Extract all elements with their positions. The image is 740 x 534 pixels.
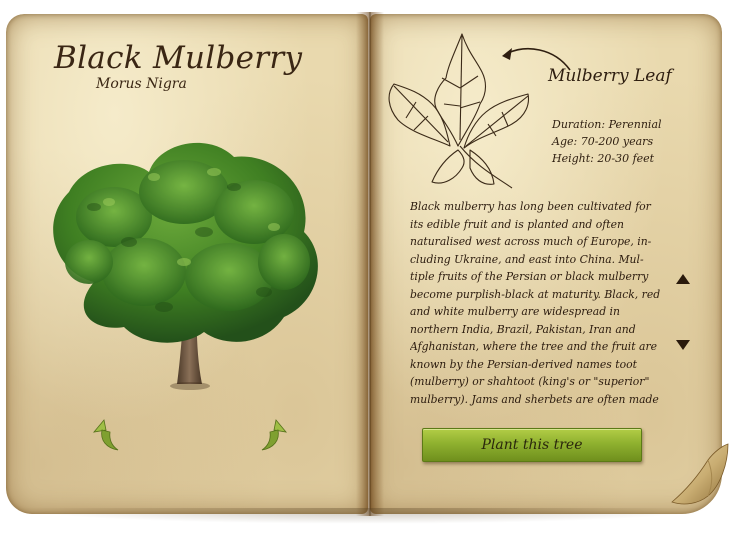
fact-age: Age: 70-200 years <box>552 135 654 148</box>
tree-latin-name: Morus Nigra <box>96 76 187 92</box>
tree-title: Black Mulberry <box>54 40 303 76</box>
page-curl[interactable] <box>668 440 730 508</box>
book: Black Mulberry Morus Nigra Mulberry Leaf… <box>0 0 740 534</box>
mulberry-tree-icon <box>53 142 318 390</box>
rotate-left-arrow-icon[interactable] <box>90 418 124 454</box>
tree-description[interactable]: Black mulberry has long been cultivated … <box>410 198 666 422</box>
triangle-down-icon[interactable] <box>674 338 692 352</box>
book-shadow <box>14 508 714 524</box>
plant-tree-button[interactable]: Plant this tree <box>422 428 642 462</box>
fact-duration: Duration: Perennial <box>552 118 662 131</box>
fact-height: Height: 20-30 feet <box>552 152 655 165</box>
leaf-title: Mulberry Leaf <box>548 66 672 86</box>
rotate-right-arrow-icon[interactable] <box>256 418 290 454</box>
triangle-up-icon[interactable] <box>674 272 692 286</box>
tree-facts: Duration: Perennial Age: 70-200 years He… <box>552 116 662 167</box>
